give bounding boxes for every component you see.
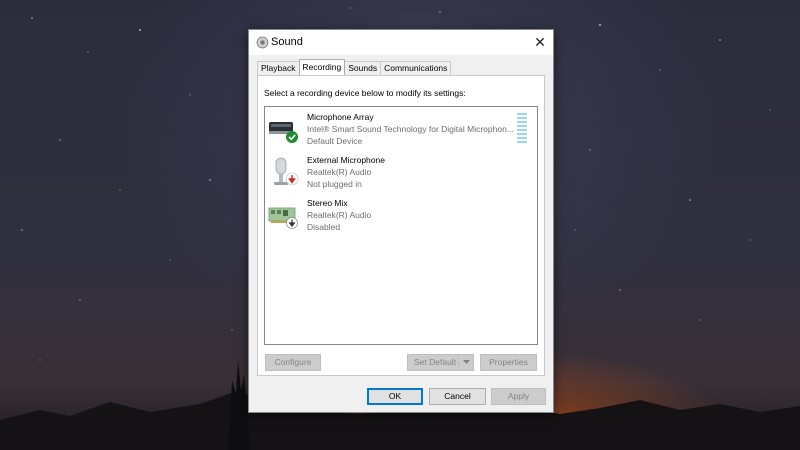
device-status: Default Device bbox=[307, 136, 363, 146]
device-name: Stereo Mix bbox=[307, 198, 348, 208]
disabled-badge-icon bbox=[286, 217, 298, 229]
instruction-text: Select a recording device below to modif… bbox=[264, 88, 466, 98]
configure-button[interactable]: Configure bbox=[265, 354, 321, 371]
chevron-down-icon[interactable] bbox=[458, 355, 473, 370]
stereo-mix-icon bbox=[268, 207, 298, 229]
close-button[interactable]: ✕ bbox=[527, 30, 553, 55]
properties-button[interactable]: Properties bbox=[480, 354, 537, 371]
device-driver: Realtek(R) Audio bbox=[307, 167, 372, 177]
device-item-stereo-mix[interactable]: Stereo Mix Realtek(R) Audio Disabled bbox=[265, 196, 537, 238]
microphone-array-icon bbox=[269, 122, 298, 143]
ok-button[interactable]: OK bbox=[367, 388, 423, 405]
tab-communications[interactable]: Communications bbox=[380, 61, 452, 75]
title-bar: Sound ✕ bbox=[249, 30, 553, 55]
tab-strip: Playback Recording Sounds Communications bbox=[257, 59, 452, 75]
device-item-external-microphone[interactable]: External Microphone Realtek(R) Audio Not… bbox=[265, 153, 537, 195]
tab-recording[interactable]: Recording bbox=[298, 59, 346, 75]
set-default-button[interactable]: Set Default bbox=[407, 354, 474, 371]
set-default-label: Set Default bbox=[414, 357, 457, 367]
device-list[interactable]: Microphone Array Intel® Smart Sound Tech… bbox=[264, 106, 538, 345]
device-item-microphone-array[interactable]: Microphone Array Intel® Smart Sound Tech… bbox=[265, 110, 537, 152]
level-meter bbox=[517, 113, 527, 147]
sound-dialog: Sound ✕ Playback Recording Sounds Commun… bbox=[248, 29, 554, 413]
tab-playback[interactable]: Playback bbox=[257, 61, 300, 75]
device-name: Microphone Array bbox=[307, 112, 374, 122]
unplugged-badge-icon bbox=[285, 172, 299, 186]
recording-panel: Select a recording device below to modif… bbox=[257, 75, 545, 376]
device-driver: Intel® Smart Sound Technology for Digita… bbox=[307, 124, 514, 134]
apply-button[interactable]: Apply bbox=[491, 388, 546, 405]
speaker-icon bbox=[256, 36, 269, 49]
tab-sounds[interactable]: Sounds bbox=[344, 61, 382, 75]
check-badge-icon bbox=[286, 131, 298, 143]
cancel-button[interactable]: Cancel bbox=[429, 388, 486, 405]
external-microphone-icon bbox=[274, 157, 299, 186]
window-title: Sound bbox=[271, 36, 303, 48]
device-name: External Microphone bbox=[307, 155, 385, 165]
device-status: Not plugged in bbox=[307, 179, 362, 189]
device-status: Disabled bbox=[307, 222, 341, 232]
device-driver: Realtek(R) Audio bbox=[307, 210, 372, 220]
